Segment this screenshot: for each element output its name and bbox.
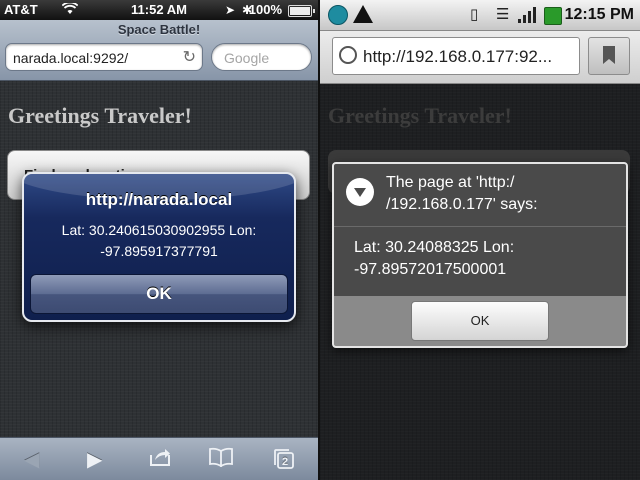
dialog-message: Lat: 30.24088325 Lon: -97.89572017500001 bbox=[354, 239, 515, 278]
ios-status-bar: AT&T 11:52 AM ➤ ✱ 100% bbox=[0, 0, 318, 20]
signal-icon bbox=[518, 7, 536, 23]
wifi-icon: ☰ bbox=[496, 6, 510, 23]
sync-icon bbox=[328, 5, 348, 25]
location-arrow-icon: ➤ bbox=[225, 3, 236, 17]
forward-icon[interactable]: ▶ bbox=[87, 447, 102, 472]
alert-message: Lat: 30.240615030902955 Lon: -97.8959173… bbox=[61, 222, 257, 259]
android-status-bar: ▯ ☰ 12:15 PM bbox=[320, 0, 640, 31]
tabs-count: 2 bbox=[282, 456, 288, 468]
battery-icon bbox=[288, 5, 315, 17]
alert-ok-button[interactable]: OK bbox=[30, 274, 288, 314]
bookmarks-icon[interactable] bbox=[208, 447, 234, 473]
address-text: http://192.168.0.177:92... bbox=[363, 47, 553, 66]
search-input[interactable]: Google bbox=[211, 43, 312, 71]
dialog-footer: OK bbox=[334, 296, 626, 346]
warning-icon bbox=[353, 5, 373, 23]
bookmark-icon bbox=[603, 46, 615, 64]
ios-bottom-toolbar: ◀ ▶ 2 bbox=[0, 437, 318, 480]
page-heading: Greetings Traveler! bbox=[8, 103, 192, 128]
ios-screen: AT&T 11:52 AM ➤ ✱ 100% Space Battle! nar… bbox=[0, 0, 318, 480]
dialog-body: Lat: 30.24088325 Lon: -97.89572017500001 bbox=[334, 226, 626, 297]
android-screen: ▯ ☰ 12:15 PM http://192.168.0.177:92... … bbox=[320, 0, 640, 480]
search-placeholder: Google bbox=[224, 50, 270, 66]
bookmark-button[interactable] bbox=[588, 37, 630, 75]
address-bar[interactable]: narada.local:9292/ ↻ bbox=[5, 43, 203, 71]
android-url-bar: http://192.168.0.177:92... bbox=[320, 31, 640, 84]
share-icon[interactable] bbox=[148, 447, 172, 473]
tabs-icon[interactable]: 2 bbox=[272, 448, 296, 476]
globe-icon bbox=[339, 46, 357, 64]
dialog-ok-button[interactable]: OK bbox=[411, 301, 549, 341]
status-time: 12:15 PM bbox=[564, 6, 634, 23]
dialog-title: The page at 'http:/ /192.168.0.177' says… bbox=[386, 174, 538, 213]
ios-browser-toolbar: Space Battle! narada.local:9292/ ↻ Googl… bbox=[0, 20, 318, 81]
reload-icon[interactable]: ↻ bbox=[183, 47, 196, 67]
address-text: narada.local:9292/ bbox=[13, 50, 129, 66]
vibrate-icon: ▯ bbox=[470, 6, 479, 23]
ios-alert-dialog: http://narada.local Lat: 30.240615030902… bbox=[22, 172, 296, 322]
page-title: Space Battle! bbox=[117, 22, 201, 37]
battery-percent: 100% bbox=[248, 2, 282, 17]
android-alert-dialog: The page at 'http:/ /192.168.0.177' says… bbox=[332, 162, 628, 348]
dialog-header: The page at 'http:/ /192.168.0.177' says… bbox=[334, 164, 626, 227]
battery-icon bbox=[544, 7, 562, 25]
alert-title: http://narada.local bbox=[85, 190, 233, 209]
address-bar[interactable]: http://192.168.0.177:92... bbox=[332, 37, 580, 75]
alert-icon bbox=[346, 178, 374, 206]
back-icon[interactable]: ◀ bbox=[24, 447, 39, 472]
